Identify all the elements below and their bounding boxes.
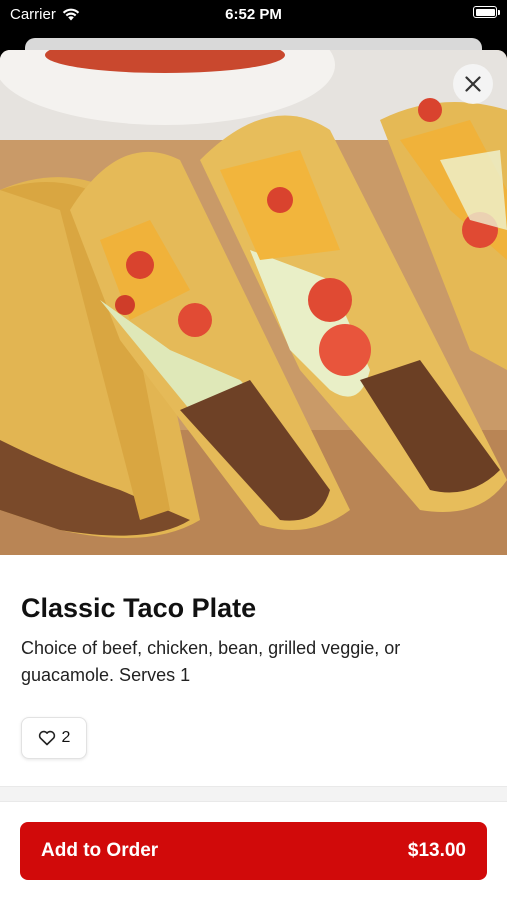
item-details: Classic Taco Plate Choice of beef, chick…: [0, 555, 507, 759]
add-to-order-label: Add to Order: [41, 840, 159, 861]
close-icon: [465, 76, 481, 92]
taco-plate-photo: [0, 50, 507, 555]
close-button[interactable]: [453, 64, 493, 104]
order-price: $13.00: [407, 840, 466, 861]
item-sheet: Classic Taco Plate Choice of beef, chick…: [0, 50, 507, 900]
heart-icon: [38, 730, 55, 746]
item-detail-screen: Carrier 6:52 PM Classic Taco Plate Choic…: [0, 0, 507, 900]
status-time: 6:52 PM: [225, 6, 282, 23]
item-title: Classic Taco Plate: [21, 593, 257, 623]
like-button[interactable]: 2: [21, 717, 87, 759]
taco-illustration: [0, 50, 507, 555]
add-to-order-button[interactable]: Add to Order $13.00: [20, 822, 487, 880]
status-bar: Carrier 6:52 PM: [0, 0, 507, 30]
battery-level: [475, 8, 495, 16]
battery-icon: [473, 6, 500, 18]
section-divider: [0, 786, 507, 802]
like-count: 2: [61, 729, 71, 746]
item-description: Choice of beef, chicken, bean, grilled v…: [21, 638, 401, 685]
